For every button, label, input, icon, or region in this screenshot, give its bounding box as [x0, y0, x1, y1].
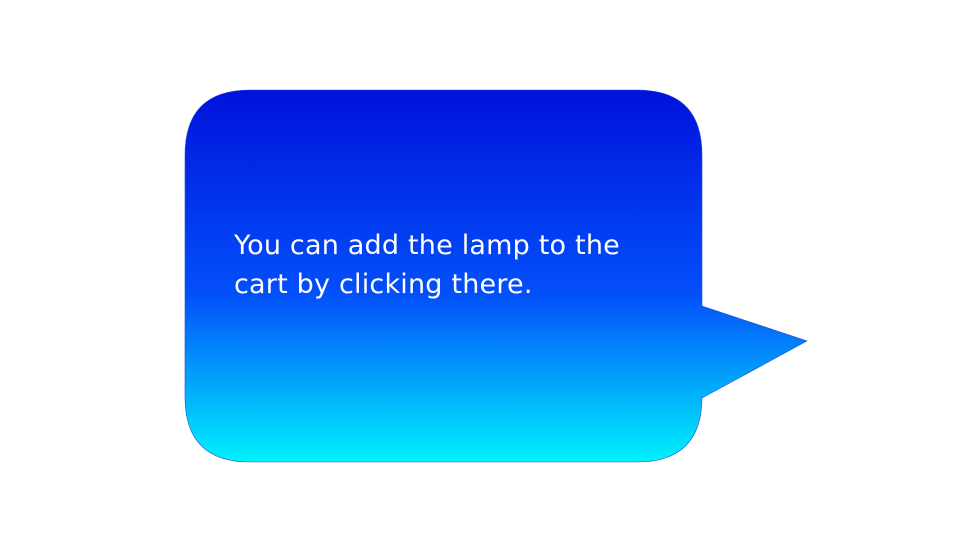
tooltip-message: You can add the lamp to the cart by clic…: [234, 230, 620, 300]
slide-canvas: You can add the lamp to the cart by clic…: [0, 0, 960, 540]
